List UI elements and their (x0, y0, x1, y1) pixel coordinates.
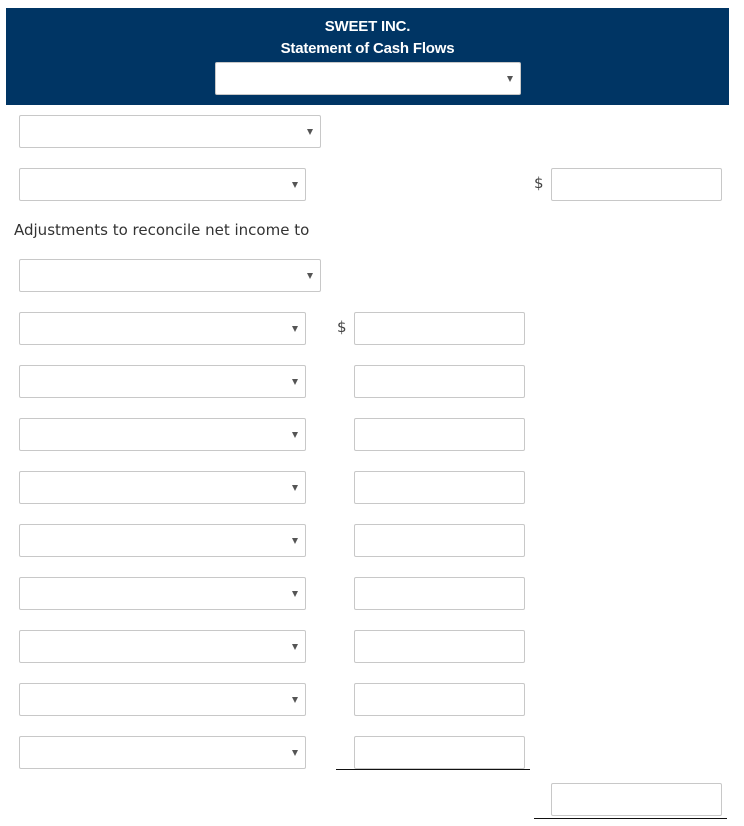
adjustments-subheading-select[interactable] (19, 259, 321, 292)
adjustment-amount-input[interactable] (354, 736, 525, 769)
net-income-select[interactable] (19, 168, 306, 201)
adjustment-amount-input[interactable] (354, 577, 525, 610)
subtotal-underline (336, 769, 530, 770)
adjustment-item-select[interactable] (19, 365, 306, 398)
chevron-down-icon (292, 590, 298, 597)
adjustment-item-select[interactable] (19, 683, 306, 716)
total-underline (534, 818, 727, 819)
chevron-down-icon (292, 484, 298, 491)
adjustment-amount-input[interactable] (354, 683, 525, 716)
currency-symbol: $ (534, 174, 544, 192)
section-heading-select[interactable] (19, 115, 321, 148)
adjustment-item-select[interactable] (19, 524, 306, 557)
adjustment-amount-input[interactable] (354, 471, 525, 504)
chevron-down-icon (507, 75, 513, 82)
chevron-down-icon (292, 378, 298, 385)
chevron-down-icon (292, 749, 298, 756)
chevron-down-icon (292, 696, 298, 703)
adjustment-item-select[interactable] (19, 736, 306, 769)
statement-title: Statement of Cash Flows (280, 40, 455, 57)
adjustment-item-select[interactable] (19, 577, 306, 610)
chevron-down-icon (292, 181, 298, 188)
period-select[interactable] (215, 62, 521, 95)
adjustment-amount-input[interactable] (354, 418, 525, 451)
currency-symbol: $ (337, 318, 347, 336)
chevron-down-icon (292, 431, 298, 438)
adjustment-item-select[interactable] (19, 418, 306, 451)
adjustment-item-select[interactable] (19, 630, 306, 663)
total-adjustments-amount[interactable] (551, 783, 722, 816)
net-income-amount[interactable] (551, 168, 722, 201)
chevron-down-icon (292, 537, 298, 544)
statement-header: SWEET INC. Statement of Cash Flows (6, 8, 729, 105)
adjustment-amount-input[interactable] (354, 312, 525, 345)
adjustment-amount-input[interactable] (354, 365, 525, 398)
chevron-down-icon (292, 643, 298, 650)
adjustment-amount-input[interactable] (354, 524, 525, 557)
adjustment-item-select[interactable] (19, 312, 306, 345)
company-name: SWEET INC. (324, 18, 411, 35)
chevron-down-icon (307, 272, 313, 279)
adjustment-amount-input[interactable] (354, 630, 525, 663)
chevron-down-icon (307, 128, 313, 135)
adjustments-label: Adjustments to reconcile net income to (14, 221, 310, 239)
adjustment-item-select[interactable] (19, 471, 306, 504)
chevron-down-icon (292, 325, 298, 332)
